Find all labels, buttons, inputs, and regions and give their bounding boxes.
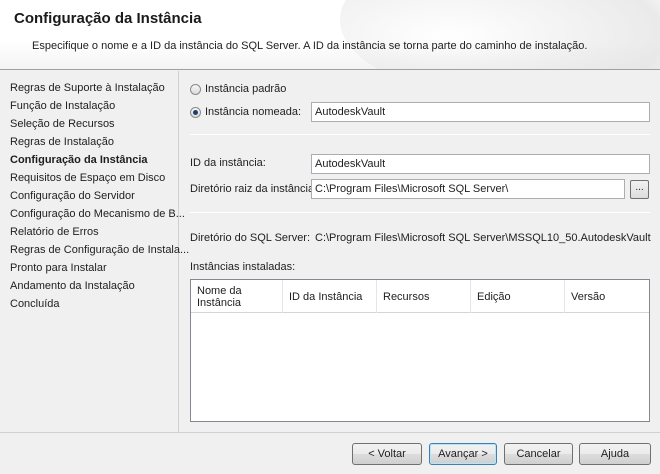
installed-instances-label: Instâncias instaladas: [190, 261, 296, 273]
grid-column-instance-id[interactable]: ID da Instância [283, 280, 377, 313]
header-decoration [340, 0, 660, 69]
named-instance-option[interactable]: Instância nomeada: [190, 104, 301, 120]
default-instance-label: Instância padrão [205, 83, 287, 95]
root-dir-input[interactable]: C:\Program Files\Microsoft SQL Server\ [311, 179, 625, 199]
sidebar-item-server-configuration[interactable]: Configuração do Servidor [10, 188, 135, 204]
instance-id-input[interactable]: AutodeskVault [311, 154, 650, 174]
named-instance-radio[interactable] [190, 106, 201, 118]
separator [190, 134, 650, 135]
grid-column-features[interactable]: Recursos [377, 280, 471, 313]
sidebar-item-setup-role[interactable]: Função de Instalação [10, 98, 115, 114]
named-instance-input[interactable]: AutodeskVault [311, 102, 650, 122]
grid-column-edition[interactable]: Edição [471, 280, 565, 313]
sidebar-item-error-reporting[interactable]: Relatório de Erros [10, 224, 99, 240]
help-button[interactable]: Ajuda [579, 443, 651, 465]
sidebar-item-setup-support-rules[interactable]: Regras de Suporte à Instalação [10, 80, 165, 96]
sidebar-item-installation-progress[interactable]: Andamento da Instalação [10, 278, 135, 294]
default-instance-option[interactable]: Instância padrão [190, 81, 286, 97]
steps-sidebar: Regras de Suporte à Instalação Função de… [0, 71, 189, 432]
grid-column-version[interactable]: Versão [565, 280, 649, 313]
next-button[interactable]: Avançar > [429, 443, 497, 465]
sidebar-item-database-engine[interactable]: Configuração do Mecanismo de B... [10, 206, 185, 222]
grid-header: Nome da Instância ID da Instância Recurs… [191, 280, 649, 313]
back-button[interactable]: < Voltar [352, 443, 422, 465]
named-instance-label: Instância nomeada: [205, 106, 302, 118]
page-header: Configuração da Instância Especifique o … [0, 0, 660, 70]
cancel-button[interactable]: Cancelar [504, 443, 573, 465]
sidebar-item-configuration-rules[interactable]: Regras de Configuração de Instala... [10, 242, 189, 258]
button-bar: < Voltar Avançar > Cancelar Ajuda [0, 432, 660, 474]
main-panel: Instância padrão Instância nomeada: Auto… [180, 71, 660, 432]
browse-button[interactable]: ... [630, 180, 649, 199]
sql-dir-value: C:\Program Files\Microsoft SQL Server\MS… [315, 232, 651, 244]
sidebar-item-instance-configuration[interactable]: Configuração da Instância [10, 152, 148, 168]
grid-column-instance-name[interactable]: Nome da Instância [191, 280, 283, 313]
installed-instances-grid[interactable]: Nome da Instância ID da Instância Recurs… [190, 279, 650, 422]
sidebar-item-complete[interactable]: Concluída [10, 296, 60, 312]
sidebar-item-installation-rules[interactable]: Regras de Instalação [10, 134, 114, 150]
sidebar-item-ready-to-install[interactable]: Pronto para Instalar [10, 260, 107, 276]
sidebar-item-feature-selection[interactable]: Seleção de Recursos [10, 116, 115, 132]
sidebar-item-disk-space[interactable]: Requisitos de Espaço em Disco [10, 170, 165, 186]
default-instance-radio[interactable] [190, 83, 201, 95]
sql-dir-label: Diretório do SQL Server: [190, 232, 311, 244]
page-subtitle: Especifique o nome e a ID da instância d… [32, 40, 588, 52]
root-dir-label: Diretório raiz da instância: [190, 183, 318, 195]
separator [190, 212, 650, 213]
page-title: Configuração da Instância [14, 10, 202, 27]
instance-id-label: ID da instância: [190, 157, 266, 169]
